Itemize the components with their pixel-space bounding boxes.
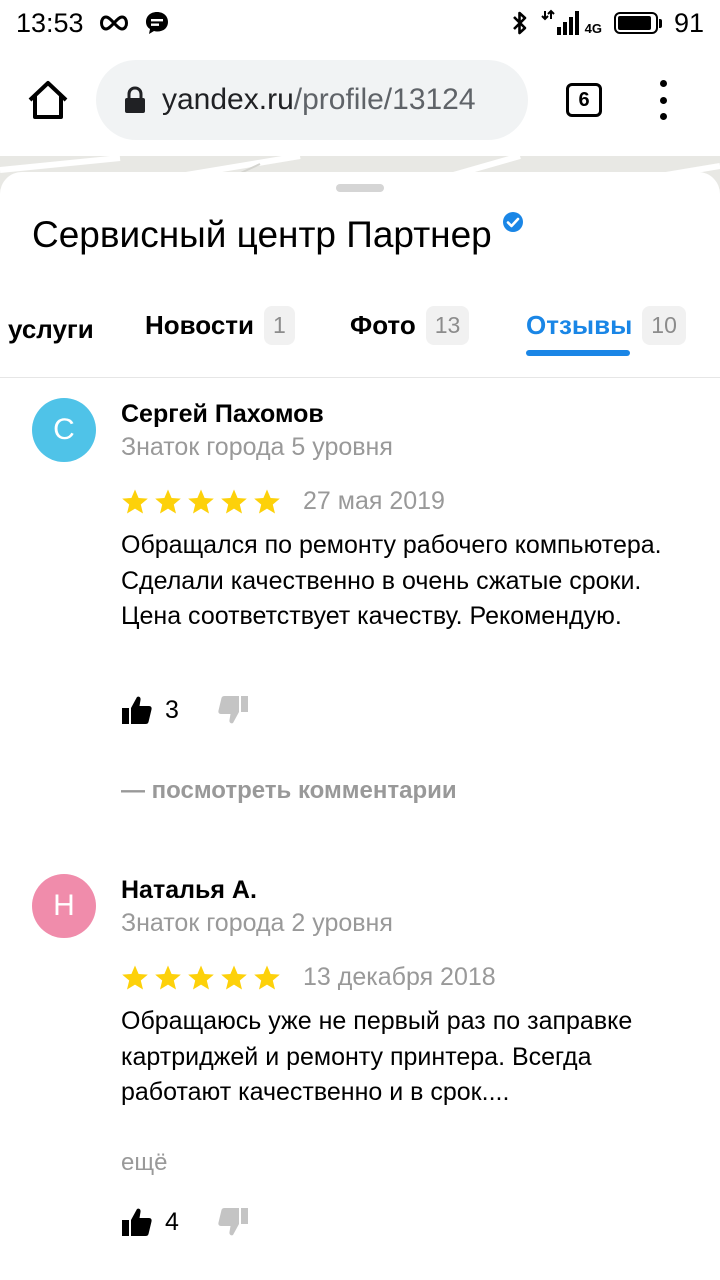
review-date: 27 мая 2019 — [303, 487, 445, 515]
battery-icon — [613, 12, 662, 34]
tab-label: услуги — [8, 313, 94, 344]
infinity-icon — [99, 15, 128, 31]
address-bar[interactable]: yandex.ru/profile/13124 — [96, 60, 528, 140]
thumbs-down-icon[interactable] — [217, 1206, 249, 1238]
tab-count-badge: 10 — [642, 306, 686, 345]
active-tab-indicator — [526, 350, 630, 356]
tab-news[interactable]: Новости 1 — [145, 306, 295, 345]
verified-icon — [502, 212, 523, 232]
avatar[interactable]: С — [32, 398, 96, 462]
vote-row: 3 — [121, 694, 249, 726]
star-icon — [254, 965, 280, 989]
url-text: yandex.ru/profile/13124 — [162, 83, 476, 117]
page-title: Сервисный центр Партнер — [32, 212, 524, 256]
star-icon — [221, 489, 247, 513]
tab-photos[interactable]: Фото 13 — [350, 306, 470, 345]
tab-label: Новости — [145, 310, 255, 340]
star-icon — [122, 489, 148, 513]
star-icon — [221, 965, 247, 989]
avatar-initial: С — [53, 413, 75, 446]
thumbs-up-icon[interactable] — [121, 1206, 153, 1238]
tab-reviews[interactable]: Отзывы 10 — [526, 306, 686, 345]
status-time: 13:53 — [16, 7, 84, 38]
rating-row: 13 декабря 2018 — [121, 963, 496, 992]
tab-label: Фото — [350, 310, 416, 340]
review-author[interactable]: Сергей Пахомов — [121, 400, 324, 429]
star-icon — [188, 489, 214, 513]
drag-handle[interactable] — [336, 184, 384, 192]
bluetooth-icon — [512, 11, 526, 35]
thumbs-up-icon[interactable] — [121, 694, 153, 726]
tab-count-badge: 1 — [264, 306, 295, 345]
review-text: Обращался по ремонту рабочего компьютера… — [121, 531, 662, 630]
tab-services[interactable]: услуги — [8, 306, 94, 352]
tab-count-badge: 13 — [425, 306, 470, 345]
review-author[interactable]: Наталья А. — [121, 876, 257, 905]
like-count: 3 — [165, 695, 179, 724]
overflow-menu-icon[interactable] — [648, 80, 678, 120]
author-level: Знаток города 2 уровня — [121, 909, 393, 937]
star-rating — [121, 964, 281, 992]
battery-percent: 91 — [673, 7, 704, 38]
star-rating — [121, 488, 281, 516]
tab-bar: услуги Новости 1 Фото 13 Отзывы 10 — [0, 296, 720, 378]
author-level: Знаток города 5 уровня — [121, 433, 393, 461]
read-more-link[interactable]: ещё — [121, 1149, 167, 1177]
url-path: /profile/13124 — [293, 83, 476, 116]
tab-label: Отзывы — [526, 310, 633, 340]
star-icon — [155, 489, 181, 513]
review-date: 13 декабря 2018 — [303, 963, 496, 991]
chat-bubble-icon — [145, 12, 168, 34]
tab-count: 6 — [578, 88, 590, 111]
business-name: Сервисный центр Партнер — [32, 214, 492, 255]
view-comments-link[interactable]: — посмотреть комментарии — [121, 777, 457, 805]
network-type: 4G — [584, 20, 602, 36]
star-icon — [188, 965, 214, 989]
signal-icon — [540, 9, 579, 35]
avatar-initial: Н — [53, 889, 75, 922]
star-icon — [122, 965, 148, 989]
like-count: 4 — [165, 1207, 179, 1236]
star-icon — [155, 965, 181, 989]
browser-toolbar: yandex.ru/profile/13124 6 — [0, 46, 720, 156]
home-icon[interactable] — [26, 78, 70, 122]
url-host: yandex.ru — [162, 83, 294, 116]
rating-row: 27 мая 2019 — [121, 487, 445, 516]
thumbs-down-icon[interactable] — [217, 694, 249, 726]
organization-card: Сервисный центр Партнер услуги Новости 1… — [0, 172, 720, 1280]
lock-icon — [125, 86, 145, 113]
vote-row: 4 — [121, 1206, 249, 1238]
status-bar: 13:53 4G 91 — [0, 0, 720, 46]
review-text: Обращаюсь уже не первый раз по заправке … — [121, 1007, 633, 1106]
avatar[interactable]: Н — [32, 874, 96, 938]
star-icon — [254, 489, 280, 513]
tab-switcher-button[interactable]: 6 — [566, 83, 602, 117]
